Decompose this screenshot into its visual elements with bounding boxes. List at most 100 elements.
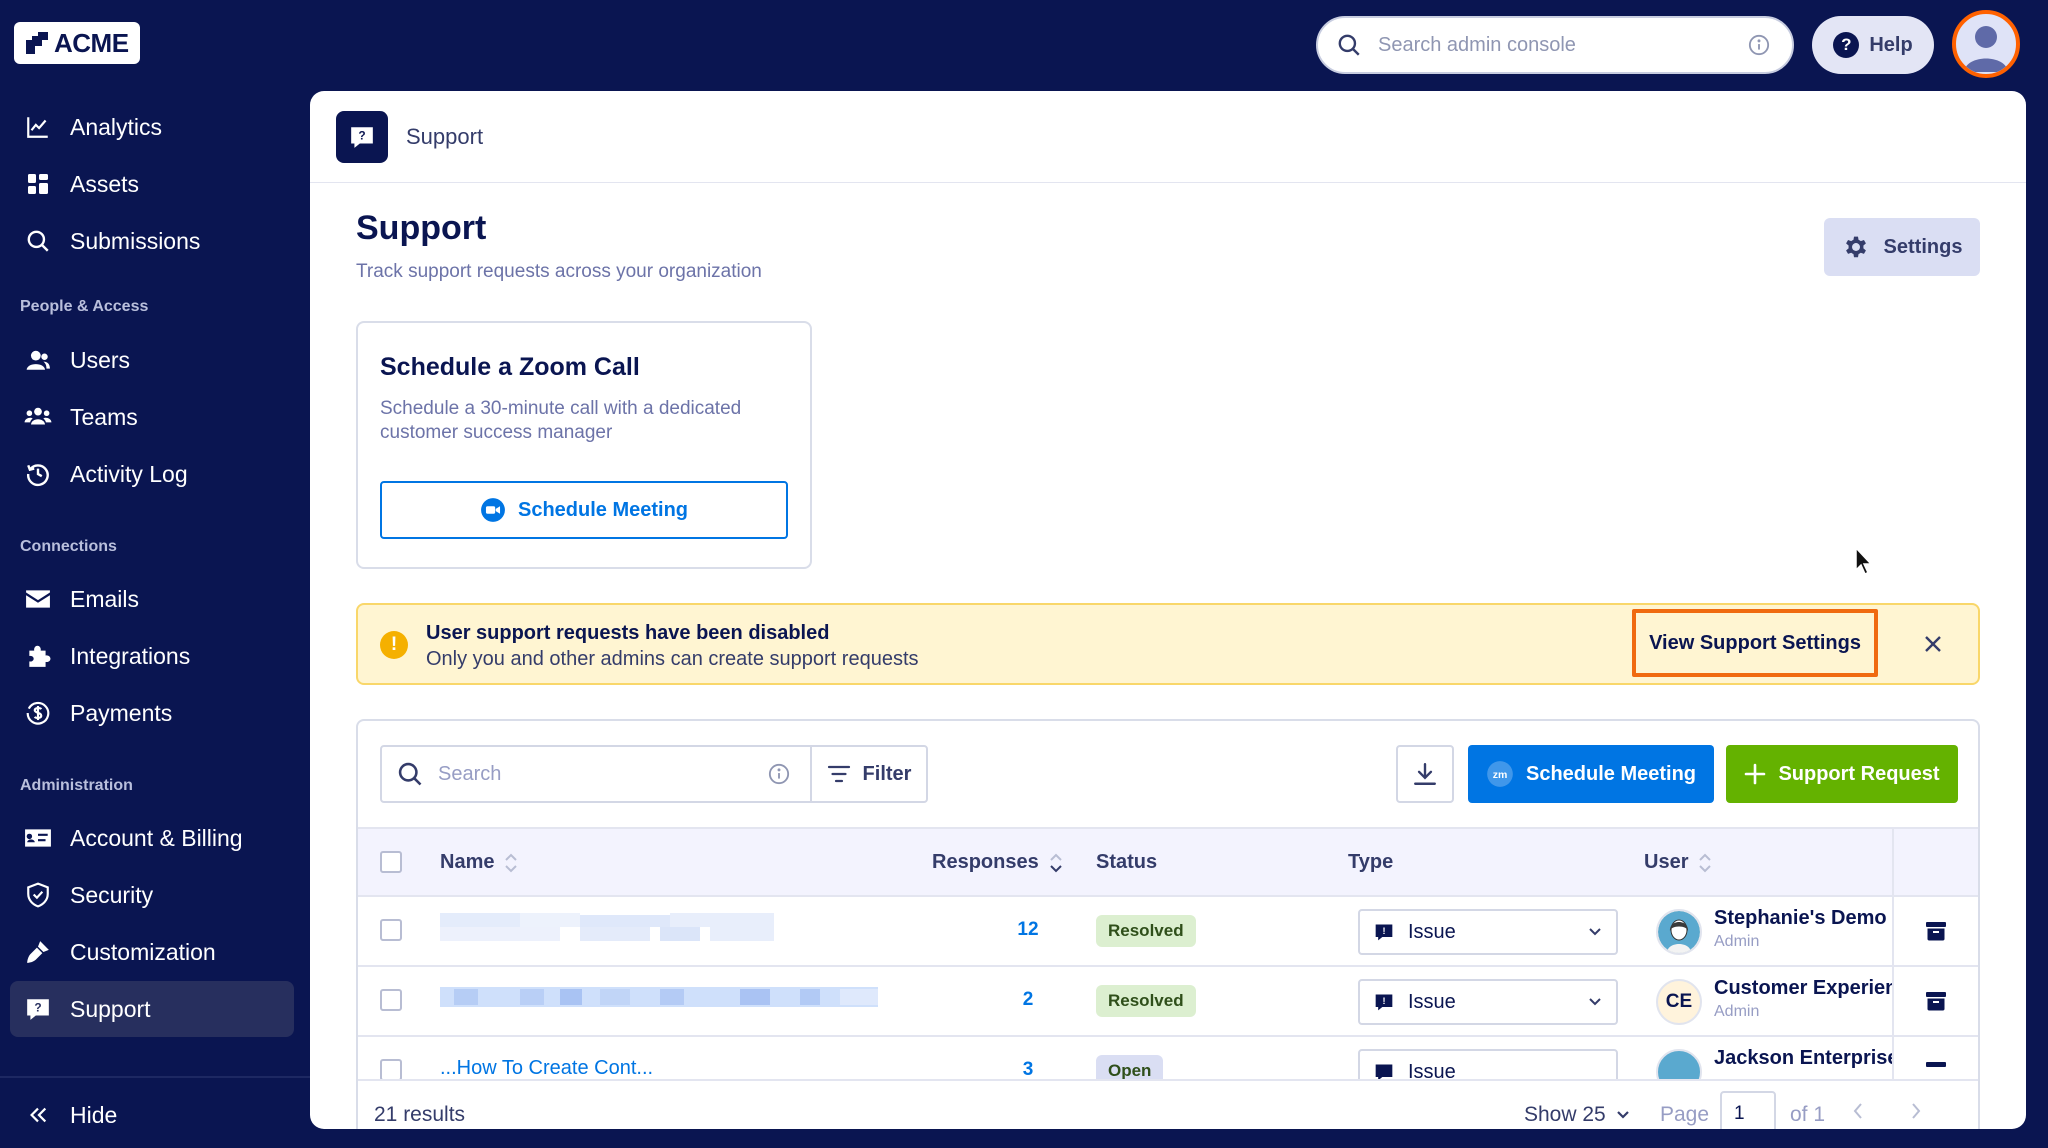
- brush-icon: [24, 938, 52, 966]
- page-size-select[interactable]: Show 25: [1524, 1103, 1630, 1127]
- sidebar-item-label: Users: [70, 346, 131, 373]
- support-request-button[interactable]: Support Request: [1726, 745, 1958, 803]
- blurred-request-name[interactable]: [440, 913, 774, 943]
- responses-count[interactable]: 3: [998, 1059, 1058, 1081]
- question-icon: ?: [1833, 32, 1860, 58]
- users-icon: [24, 403, 52, 431]
- sidebar-item-label: Emails: [70, 585, 140, 612]
- archive-button[interactable]: [1892, 897, 1978, 965]
- results-count: 21 results: [374, 1103, 466, 1126]
- sidebar-item-label: Analytics: [70, 113, 163, 140]
- sidebar-item-label: Customization: [70, 938, 216, 965]
- sidebar-item-account-billing[interactable]: Account & Billing: [10, 810, 294, 866]
- chevron-down-icon: [1588, 927, 1602, 937]
- close-icon[interactable]: [1918, 629, 1948, 659]
- admin-search-box[interactable]: [1316, 16, 1794, 74]
- type-dropdown[interactable]: ! Issue: [1358, 979, 1618, 1025]
- blurred-request-name[interactable]: [440, 987, 878, 1017]
- double-chevron-left-icon: [24, 1101, 52, 1129]
- sidebar-item-integrations[interactable]: Integrations: [10, 628, 294, 684]
- user-role: Admin: [1714, 1003, 1760, 1020]
- sidebar-item-activity-log[interactable]: Activity Log: [10, 446, 294, 502]
- row-checkbox[interactable]: [380, 1059, 402, 1081]
- issue-icon: !: [1374, 922, 1394, 942]
- support-requests-table: Filter zm Schedule Meeting Support Reque…: [356, 719, 1980, 1129]
- column-status-label: Status: [1096, 851, 1158, 873]
- user-name: Jackson Enterprises: [1714, 1047, 1910, 1069]
- table-row[interactable]: 2 Resolved ! Issue CE Customer Experienc…: [358, 967, 1978, 1037]
- panel-header: ? Support: [310, 91, 2026, 183]
- sidebar-item-label: Support: [70, 995, 151, 1022]
- sidebar-item-users[interactable]: Users: [10, 332, 294, 388]
- sidebar-item-submissions[interactable]: Submissions: [10, 213, 294, 269]
- svg-text:?: ?: [34, 1001, 41, 1015]
- schedule-meeting-card-button[interactable]: Schedule Meeting: [380, 481, 788, 539]
- archive-button[interactable]: [1892, 967, 1978, 1035]
- row-checkbox[interactable]: [380, 989, 402, 1011]
- sidebar-item-teams[interactable]: Teams: [10, 389, 294, 445]
- status-badge: Resolved: [1096, 985, 1196, 1017]
- user-avatar[interactable]: [1952, 10, 2020, 78]
- sidebar-item-support[interactable]: ? Support: [10, 981, 294, 1037]
- table-row[interactable]: 12 Resolved ! Issue Stephanie's Demo Adm…: [358, 897, 1978, 967]
- page-subtitle: Track support requests across your organ…: [356, 261, 762, 282]
- column-name-label: Name: [440, 851, 495, 873]
- plus-icon: [1744, 763, 1766, 785]
- sidebar-hide-button[interactable]: Hide: [10, 1087, 294, 1143]
- filter-button[interactable]: Filter: [810, 745, 928, 803]
- sidebar-item-label: Teams: [70, 403, 138, 430]
- sidebar-item-assets[interactable]: Assets: [10, 156, 294, 212]
- sidebar-item-security[interactable]: Security: [10, 867, 294, 923]
- search-icon: [24, 227, 52, 255]
- download-icon: [1412, 761, 1438, 787]
- filter-label: Filter: [862, 762, 912, 785]
- warning-icon: !: [380, 631, 408, 659]
- responses-count[interactable]: 12: [998, 919, 1058, 941]
- column-user-label: User: [1644, 851, 1689, 873]
- alert-message: Only you and other admins can create sup…: [426, 648, 919, 670]
- table-header: Name Responses Status Type User: [358, 827, 1978, 897]
- sidebar-item-customization[interactable]: Customization: [10, 924, 294, 980]
- column-responses[interactable]: Responses: [932, 851, 1063, 874]
- help-button[interactable]: ? Help: [1812, 16, 1934, 74]
- chevron-right-icon[interactable]: [1910, 1101, 1922, 1121]
- info-icon[interactable]: [1748, 34, 1770, 56]
- table-toolbar: Filter zm Schedule Meeting Support Reque…: [358, 721, 1978, 827]
- schedule-meeting-button[interactable]: zm Schedule Meeting: [1468, 745, 1714, 803]
- section-people-access: People & Access: [20, 298, 149, 315]
- schedule-meeting-label: Schedule Meeting: [517, 498, 689, 521]
- sidebar-item-emails[interactable]: Emails: [10, 571, 294, 627]
- column-name[interactable]: Name: [440, 851, 518, 874]
- row-checkbox[interactable]: [380, 919, 402, 941]
- support-app-icon: ?: [336, 110, 388, 163]
- table-search-input[interactable]: [438, 762, 754, 786]
- filter-icon: [827, 763, 851, 785]
- settings-button[interactable]: Settings: [1824, 218, 1980, 276]
- view-support-settings-button[interactable]: View Support Settings: [1632, 609, 1878, 677]
- table-search-box[interactable]: [380, 745, 812, 803]
- column-user[interactable]: User: [1644, 851, 1712, 874]
- envelope-icon: [24, 585, 52, 613]
- acme-logo[interactable]: ACME: [14, 22, 140, 64]
- sidebar-item-payments[interactable]: Payments: [10, 685, 294, 741]
- chevron-left-icon[interactable]: [1852, 1101, 1864, 1121]
- responses-count[interactable]: 2: [998, 989, 1058, 1011]
- request-name-link[interactable]: ...How To Create Cont...: [440, 1057, 653, 1080]
- portrait-icon: [1658, 911, 1700, 953]
- sort-icon: [504, 852, 518, 874]
- svg-text:?: ?: [358, 128, 365, 142]
- download-button[interactable]: [1396, 745, 1454, 803]
- page-label: Page: [1660, 1103, 1710, 1126]
- sidebar-item-analytics[interactable]: Analytics: [10, 99, 294, 155]
- sidebar-item-label: Payments: [70, 699, 173, 726]
- page-number-input[interactable]: [1720, 1091, 1776, 1129]
- info-icon[interactable]: [768, 763, 790, 785]
- sidebar-divider: [0, 1076, 310, 1078]
- type-dropdown[interactable]: ! Issue: [1358, 909, 1618, 955]
- select-all-checkbox[interactable]: [380, 851, 402, 873]
- admin-search-input[interactable]: [1378, 33, 1732, 57]
- search-icon: [396, 760, 424, 788]
- column-responses-label: Responses: [932, 851, 1039, 873]
- support-icon: ?: [24, 995, 52, 1023]
- user-avatar: [1656, 909, 1702, 955]
